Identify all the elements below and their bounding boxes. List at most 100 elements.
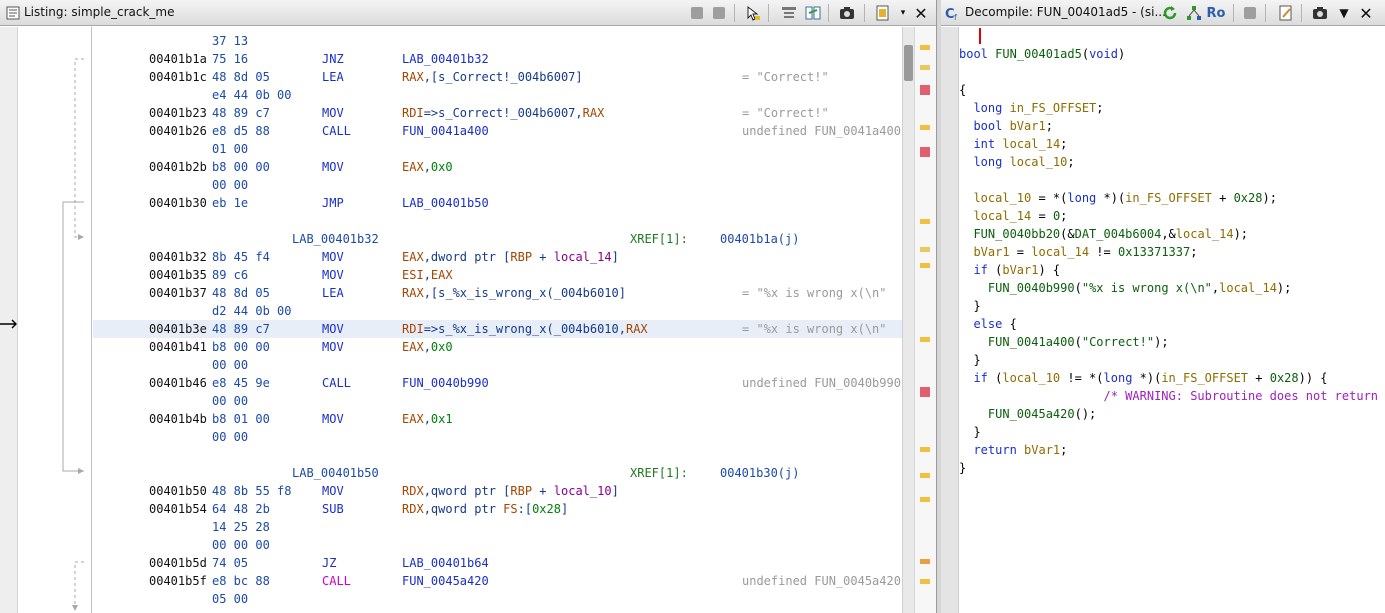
overview-marker[interactable] [920,65,930,70]
listing-row[interactable]: 00 00 [93,176,902,194]
code-token[interactable]: FUN_00401ad5 [988,47,1082,61]
overview-marker[interactable] [920,387,930,397]
refresh-icon[interactable] [1161,4,1179,22]
decompile-line[interactable]: 18 FUN_0041a400("Correct!"); [959,333,1385,351]
overview-marker[interactable] [920,447,930,452]
instruction-mnemonic[interactable]: SUB [322,500,344,518]
code-token[interactable]: DAT_004b6004 [1075,227,1162,241]
paste-icon[interactable] [710,4,728,22]
instruction-mnemonic[interactable]: CALL [322,572,351,590]
listing-overview-bar[interactable] [914,27,936,613]
operand-token[interactable]: FUN_0040b990 [402,376,489,390]
instruction-operands[interactable]: RDX,qword ptr FS:[0x28] [402,500,568,518]
decompile-line[interactable]: 1 [959,27,1385,45]
overview-marker[interactable] [920,125,930,130]
listing-row[interactable]: 00401b54 64 48 2b SUB RDX,qword ptr FS:[0x2… [93,500,902,518]
listing-row[interactable]: 00401b4b b8 01 00 MOV EAX,0x1 [93,410,902,428]
operand-token[interactable]: LAB_00401b64 [402,556,489,570]
overview-marker[interactable] [920,559,930,564]
decompile-line[interactable]: 26 [959,477,1385,495]
listing-row[interactable]: 14 25 28 [93,518,902,536]
instruction-operands[interactable]: LAB_00401b50 [402,194,489,212]
decompile-line[interactable]: 22 FUN_0045a420(); [959,405,1385,423]
listing-row[interactable]: 00 00 [93,356,902,374]
instruction-operands[interactable]: EAX,0x1 [402,410,453,428]
code-token[interactable]: FUN_0041a400 [988,335,1075,349]
decompile-line[interactable]: 13 bVar1 = local_14 != 0x13371337; [959,243,1385,261]
decompile-line[interactable]: 4{ [959,81,1385,99]
close-icon[interactable]: ✕ [912,4,930,23]
operand-token[interactable]: FUN_0041a400 [402,124,489,138]
instruction-mnemonic[interactable]: MOV [322,482,344,500]
decompile-line[interactable]: 3 [959,63,1385,81]
copy-icon[interactable] [688,4,706,22]
listing-row[interactable]: 00401b3e 48 89 c7 MOV RDI=>s_%x_is_wrong_x(… [93,320,902,338]
diff-view-icon[interactable] [804,4,822,22]
listing-row[interactable]: 00401b30 eb 1e JMP LAB_00401b50 [93,194,902,212]
graph-icon[interactable] [1185,4,1203,22]
listing-row[interactable]: 00401b5d 74 05 JZ LAB_00401b64 [93,554,902,572]
decompile-line[interactable]: 25} [959,459,1385,477]
listing-row[interactable] [93,212,902,230]
listing-row[interactable]: 37 13 [93,32,902,50]
listing-row[interactable]: 00401b46 e8 45 9e CALL FUN_0040b990 undefine… [93,374,902,392]
instruction-mnemonic[interactable]: JZ [322,554,336,572]
listing-row[interactable]: 00 00 00 [93,536,902,554]
instruction-operands[interactable]: LAB_00401b64 [402,554,489,572]
instruction-operands[interactable]: RDX,qword ptr [RBP + local_10] [402,482,619,500]
code-token[interactable]: local_10 [1002,371,1060,385]
overview-marker[interactable] [920,263,930,268]
listing-row[interactable]: 00401b50 48 8b 55 f8 MOV RDX,qword ptr [RBP… [93,482,902,500]
instruction-mnemonic[interactable]: LEA [322,68,344,86]
decompile-line[interactable]: 9 [959,171,1385,189]
instruction-operands[interactable]: ESI,EAX [402,266,453,284]
listing-row[interactable]: 00401b41 b8 00 00 MOV EAX,0x0 [93,338,902,356]
code-token[interactable]: local_14 [995,137,1060,151]
xref-address[interactable]: 00401b30(j) [720,464,799,482]
decompile-line[interactable]: 17 else { [959,315,1385,333]
code-token[interactable]: FUN_0040bb20 [973,227,1060,241]
decompile-line[interactable]: 16 } [959,297,1385,315]
instruction-mnemonic[interactable]: MOV [322,158,344,176]
instruction-mnemonic[interactable]: MOV [322,266,344,284]
listing-row[interactable]: 00401b5f e8 bc 88 CALL FUN_0045a420 undefine… [93,572,902,590]
decompile-line[interactable]: 10 local_10 = *(long *)(in_FS_OFFSET + 0… [959,189,1385,207]
listing-row[interactable]: 00401b1a 75 16 JNZ LAB_00401b32 [93,50,902,68]
decompile-line[interactable]: 7 int local_14; [959,135,1385,153]
instruction-operands[interactable]: FUN_0045a420 [402,572,489,590]
operand-token[interactable]: LAB_00401b32 [402,52,489,66]
menu-dropdown-icon[interactable]: ▼ [1335,4,1353,22]
snapshot-icon[interactable] [838,4,856,22]
instruction-operands[interactable]: RDI=>s_Correct!_004b6007,RAX [402,104,604,122]
instruction-operands[interactable]: LAB_00401b32 [402,50,489,68]
code-label[interactable]: LAB_00401b50 [292,464,379,482]
operand-token[interactable]: LAB_00401b50 [402,196,489,210]
instruction-mnemonic[interactable]: LEA [322,284,344,302]
overview-marker[interactable] [920,147,930,157]
code-token[interactable]: local_14 [973,209,1031,223]
overview-marker[interactable] [920,337,930,342]
instruction-mnemonic[interactable]: MOV [322,248,344,266]
instruction-mnemonic[interactable]: MOV [322,338,344,356]
decompile-line[interactable]: 21 /* WARNING: Subroutine does not retur… [959,387,1385,405]
listing-row[interactable]: 00401b37 48 8d 05 LEA RAX,[s_%x_is_wrong_x(… [93,284,902,302]
decompile-line[interactable]: 15 FUN_0040b990("%x is wrong x(\n",local… [959,279,1385,297]
listing-row[interactable]: d2 44 0b 00 [93,302,902,320]
decompile-line[interactable]: 6 bool bVar1; [959,117,1385,135]
code-token[interactable]: local_10 [973,191,1031,205]
instruction-operands[interactable]: FUN_0040b990 [402,374,489,392]
code-label-row[interactable]: LAB_00401b32 XREF[1]: 00401b1a(j) [93,230,902,248]
listing-row[interactable]: 01 00 [93,140,902,158]
menu-dropdown-icon[interactable]: ▾ [894,4,912,22]
decompile-line[interactable]: 8 long local_10; [959,153,1385,171]
instruction-mnemonic[interactable]: CALL [322,374,351,392]
instruction-mnemonic[interactable]: JMP [322,194,344,212]
code-token[interactable]: bVar1 [973,245,1009,259]
decompile-line[interactable]: 11 local_14 = 0; [959,207,1385,225]
decompile-line[interactable]: 12 FUN_0040bb20(&DAT_004b6004,&local_14)… [959,225,1385,243]
xref-address[interactable]: 00401b1a(j) [720,230,799,248]
code-token[interactable]: FUN_0040b990 [988,281,1075,295]
decompile-line[interactable]: 2bool FUN_00401ad5(void) [959,45,1385,63]
decompile-line[interactable]: 5 long in_FS_OFFSET; [959,99,1385,117]
operand-token[interactable]: local_10 [554,484,612,498]
